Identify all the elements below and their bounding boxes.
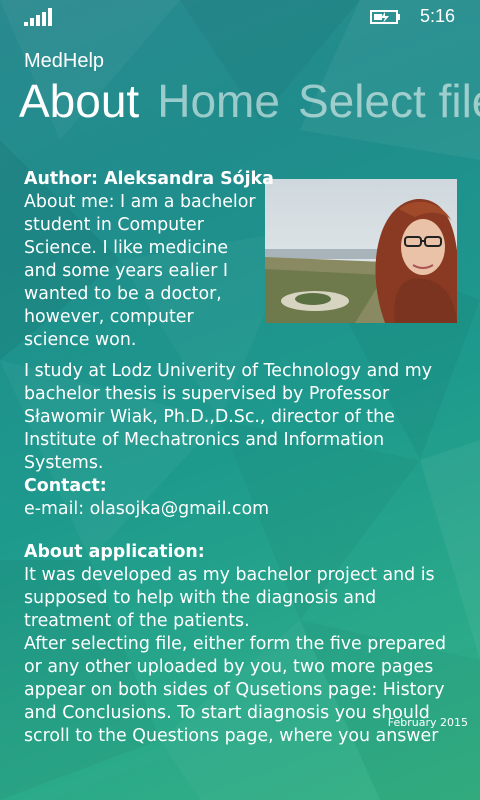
tab-select-file[interactable]: Select file: [298, 75, 480, 127]
email-link[interactable]: e-mail: olasojka@gmail.com: [24, 498, 464, 521]
application-text: It was developed as my bachelor project …: [24, 565, 435, 631]
study-text: I study at Lodz Univerity of Technology …: [24, 361, 433, 473]
status-bar: 5:16: [0, 0, 480, 34]
date-label: February 2015: [387, 716, 468, 729]
about-application-heading: About application:: [24, 542, 205, 562]
application-text-2: After selecting file, either form the fi…: [24, 634, 446, 746]
tab-about[interactable]: About: [19, 75, 139, 127]
tab-home[interactable]: Home: [157, 75, 280, 127]
about-content: Author: Aleksandra Sójka About me: I am …: [24, 168, 464, 748]
clock: 5:16: [420, 6, 456, 26]
about-me-text: About me: I am a bachelor student in Com…: [24, 192, 256, 350]
battery-charging-icon: [370, 10, 400, 24]
app-title: MedHelp: [24, 50, 105, 72]
contact-heading: Contact:: [24, 476, 107, 496]
author-name: Author: Aleksandra Sójka: [24, 169, 274, 189]
signal-bars-icon: [24, 8, 54, 26]
pivot-header: About Home Select file: [19, 74, 480, 128]
